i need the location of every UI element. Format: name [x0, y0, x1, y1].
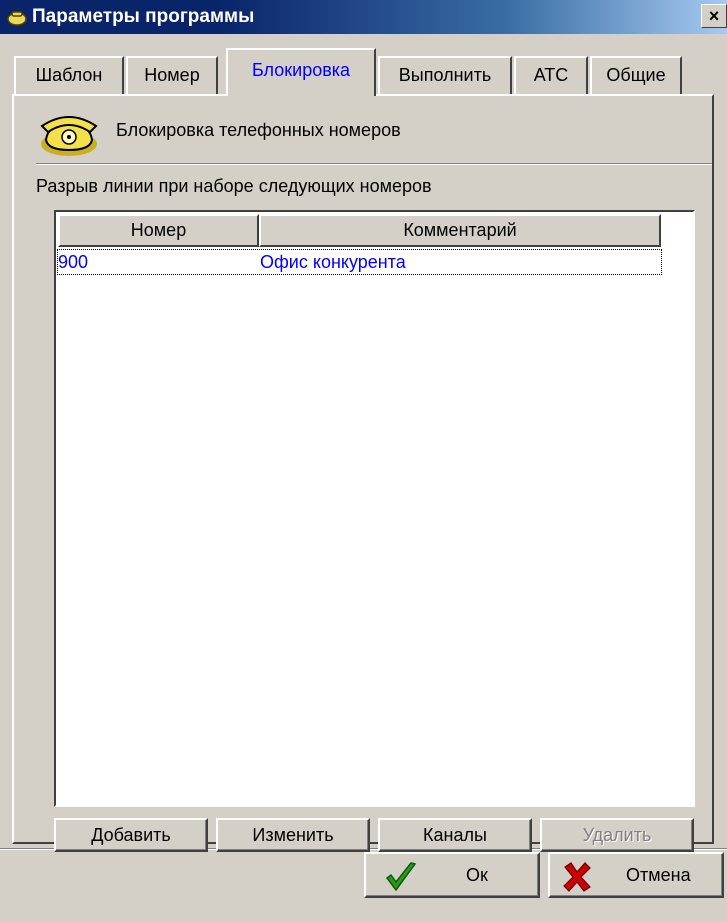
edit-button[interactable]: Изменить	[216, 818, 370, 852]
title-bar: Параметры программы ×	[0, 0, 727, 34]
tab-number[interactable]: Номер	[126, 56, 218, 94]
divider	[36, 163, 712, 165]
delete-button[interactable]: Удалить	[540, 818, 694, 852]
cancel-label: Отмена	[626, 865, 691, 885]
tab-general[interactable]: Общие	[590, 56, 682, 94]
table-row[interactable]: 900 Офис конкурента	[57, 249, 662, 275]
section-title: Блокировка телефонных номеров	[116, 120, 401, 140]
blocked-numbers-list[interactable]: Номер Комментарий 900 Офис конкурента	[54, 210, 695, 807]
close-button[interactable]: ×	[701, 4, 727, 28]
cell-comment: Офис конкурента	[260, 252, 406, 272]
tab-blocking[interactable]: Блокировка	[226, 48, 376, 96]
channels-button[interactable]: Каналы	[378, 818, 532, 852]
tab-template[interactable]: Шаблон	[14, 56, 124, 94]
column-header-comment[interactable]: Комментарий	[259, 214, 661, 247]
telephone-icon	[40, 116, 98, 156]
cancel-button[interactable]: Отмена	[548, 852, 724, 898]
ok-label: Ок	[466, 865, 488, 885]
window-title: Параметры программы	[32, 6, 255, 27]
tab-execute[interactable]: Выполнить	[378, 56, 512, 94]
add-button[interactable]: Добавить	[54, 818, 208, 852]
tab-ats[interactable]: АТС	[514, 56, 588, 94]
list-caption: Разрыв линии при наборе следующих номеро…	[36, 176, 432, 196]
checkmark-icon	[385, 862, 417, 892]
phone-icon	[7, 11, 27, 26]
cell-number: 900	[58, 252, 89, 272]
ok-button[interactable]: Ок	[364, 852, 540, 898]
column-header-number[interactable]: Номер	[58, 214, 259, 247]
x-icon	[563, 862, 591, 892]
